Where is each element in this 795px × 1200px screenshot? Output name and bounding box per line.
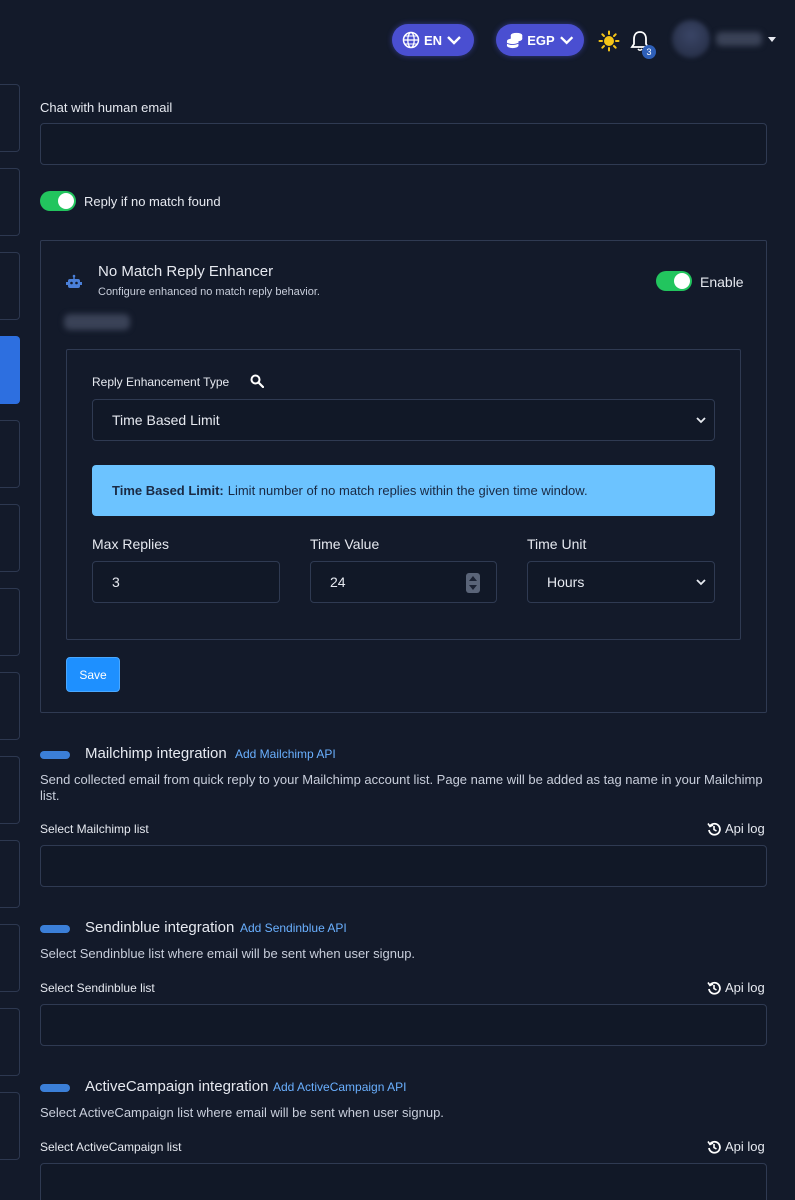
info-alert: Time Based Limit: Limit number of no mat… — [92, 465, 715, 516]
mailchimp-api-log[interactable]: Api log — [707, 821, 765, 836]
enhancer-enable-toggle[interactable] — [656, 271, 692, 291]
reply-no-match-label: Reply if no match found — [84, 194, 221, 209]
sidebar-item[interactable] — [0, 840, 20, 908]
sidebar-item[interactable] — [0, 756, 20, 824]
sendinblue-api-log[interactable]: Api log — [707, 980, 765, 995]
sendinblue-title: Sendinblue integration — [85, 919, 235, 936]
mailchimp-list-select[interactable] — [40, 845, 767, 887]
sidebar-item[interactable] — [0, 588, 20, 656]
sidebar-item[interactable] — [0, 168, 20, 236]
language-selector[interactable]: EN — [392, 24, 474, 56]
chevron-down-icon — [696, 417, 706, 424]
chevron-down-icon — [696, 579, 706, 586]
sidebar-item[interactable] — [0, 252, 20, 320]
activecampaign-description: Select ActiveCampaign list where email w… — [40, 1105, 444, 1120]
sidebar-item[interactable] — [0, 504, 20, 572]
top-bar: EN EGP 3 — [0, 0, 795, 82]
sidebar-item[interactable] — [0, 1008, 20, 1076]
search-icon[interactable] — [250, 374, 264, 388]
reply-no-match-toggle[interactable] — [40, 191, 76, 211]
globe-icon — [402, 31, 420, 49]
currency-label: EGP — [527, 32, 555, 48]
mailchimp-title: Mailchimp integration — [85, 745, 227, 762]
activecampaign-select-label: Select ActiveCampaign list — [40, 1140, 182, 1154]
sidebar-item[interactable] — [0, 924, 20, 992]
currency-selector[interactable]: EGP — [496, 24, 584, 56]
activecampaign-list-select[interactable] — [40, 1163, 767, 1200]
reply-type-value: Time Based Limit — [112, 412, 220, 428]
sendinblue-description: Select Sendinblue list where email will … — [40, 946, 416, 961]
chevron-down-icon — [447, 36, 461, 45]
activecampaign-toggle[interactable] — [40, 1084, 70, 1092]
sendinblue-list-select[interactable] — [40, 1004, 767, 1046]
activecampaign-title: ActiveCampaign integration — [85, 1078, 269, 1095]
max-replies-label: Max Replies — [92, 536, 170, 552]
time-value-value: 24 — [330, 574, 346, 590]
sun-icon[interactable] — [598, 30, 620, 52]
info-text: Limit number of no match replies within … — [227, 483, 588, 498]
sidebar-item[interactable] — [0, 672, 20, 740]
chat-email-label: Chat with human email — [40, 100, 173, 115]
mailchimp-add-api-link[interactable]: Add Mailchimp API — [235, 747, 336, 761]
robot-icon — [66, 274, 82, 288]
mailchimp-description: Send collected email from quick reply to… — [40, 772, 763, 803]
activecampaign-api-log[interactable]: Api log — [707, 1139, 765, 1154]
time-value-input[interactable]: 24 — [310, 561, 497, 603]
enhancer-subtitle: Configure enhanced no match reply behavi… — [98, 286, 320, 298]
time-unit-select[interactable]: Hours — [527, 561, 715, 603]
sidebar-item[interactable] — [0, 1092, 20, 1160]
mailchimp-select-label: Select Mailchimp list — [40, 822, 149, 836]
reply-type-label: Reply Enhancement Type — [92, 375, 230, 389]
notification-badge: 3 — [642, 45, 656, 59]
blurred-text — [64, 314, 130, 330]
user-name-blurred — [716, 32, 762, 46]
language-label: EN — [424, 32, 443, 48]
sendinblue-toggle[interactable] — [40, 925, 70, 933]
sidebar-item[interactable] — [0, 84, 20, 152]
time-unit-label: Time Unit — [527, 536, 587, 552]
chat-email-input[interactable] — [40, 123, 767, 165]
sidebar-item-active[interactable] — [0, 336, 20, 404]
api-log-label: Api log — [725, 980, 765, 995]
chevron-down-icon — [559, 36, 573, 45]
max-replies-input[interactable]: 3 — [92, 561, 280, 603]
spinner-arrows-icon[interactable] — [466, 573, 480, 593]
info-title: Time Based Limit: — [112, 483, 224, 498]
time-unit-value: Hours — [547, 574, 585, 590]
sendinblue-select-label: Select Sendinblue list — [40, 981, 155, 995]
save-button[interactable]: Save — [66, 657, 120, 692]
history-icon — [707, 981, 721, 995]
sidebar-item[interactable] — [0, 420, 20, 488]
enhancer-enable-label: Enable — [700, 274, 744, 290]
history-icon — [707, 822, 721, 836]
activecampaign-add-api-link[interactable]: Add ActiveCampaign API — [273, 1080, 406, 1094]
reply-type-select[interactable]: Time Based Limit — [92, 399, 715, 441]
history-icon — [707, 1140, 721, 1154]
time-value-label: Time Value — [310, 536, 380, 552]
enhancer-title: No Match Reply Enhancer — [98, 263, 274, 280]
api-log-label: Api log — [725, 821, 765, 836]
mailchimp-toggle[interactable] — [40, 751, 70, 759]
caret-down-icon[interactable] — [768, 37, 776, 42]
max-replies-value: 3 — [112, 574, 120, 590]
sendinblue-add-api-link[interactable]: Add Sendinblue API — [240, 921, 347, 935]
avatar[interactable] — [672, 20, 710, 58]
api-log-label: Api log — [725, 1139, 765, 1154]
coins-icon — [506, 32, 523, 49]
